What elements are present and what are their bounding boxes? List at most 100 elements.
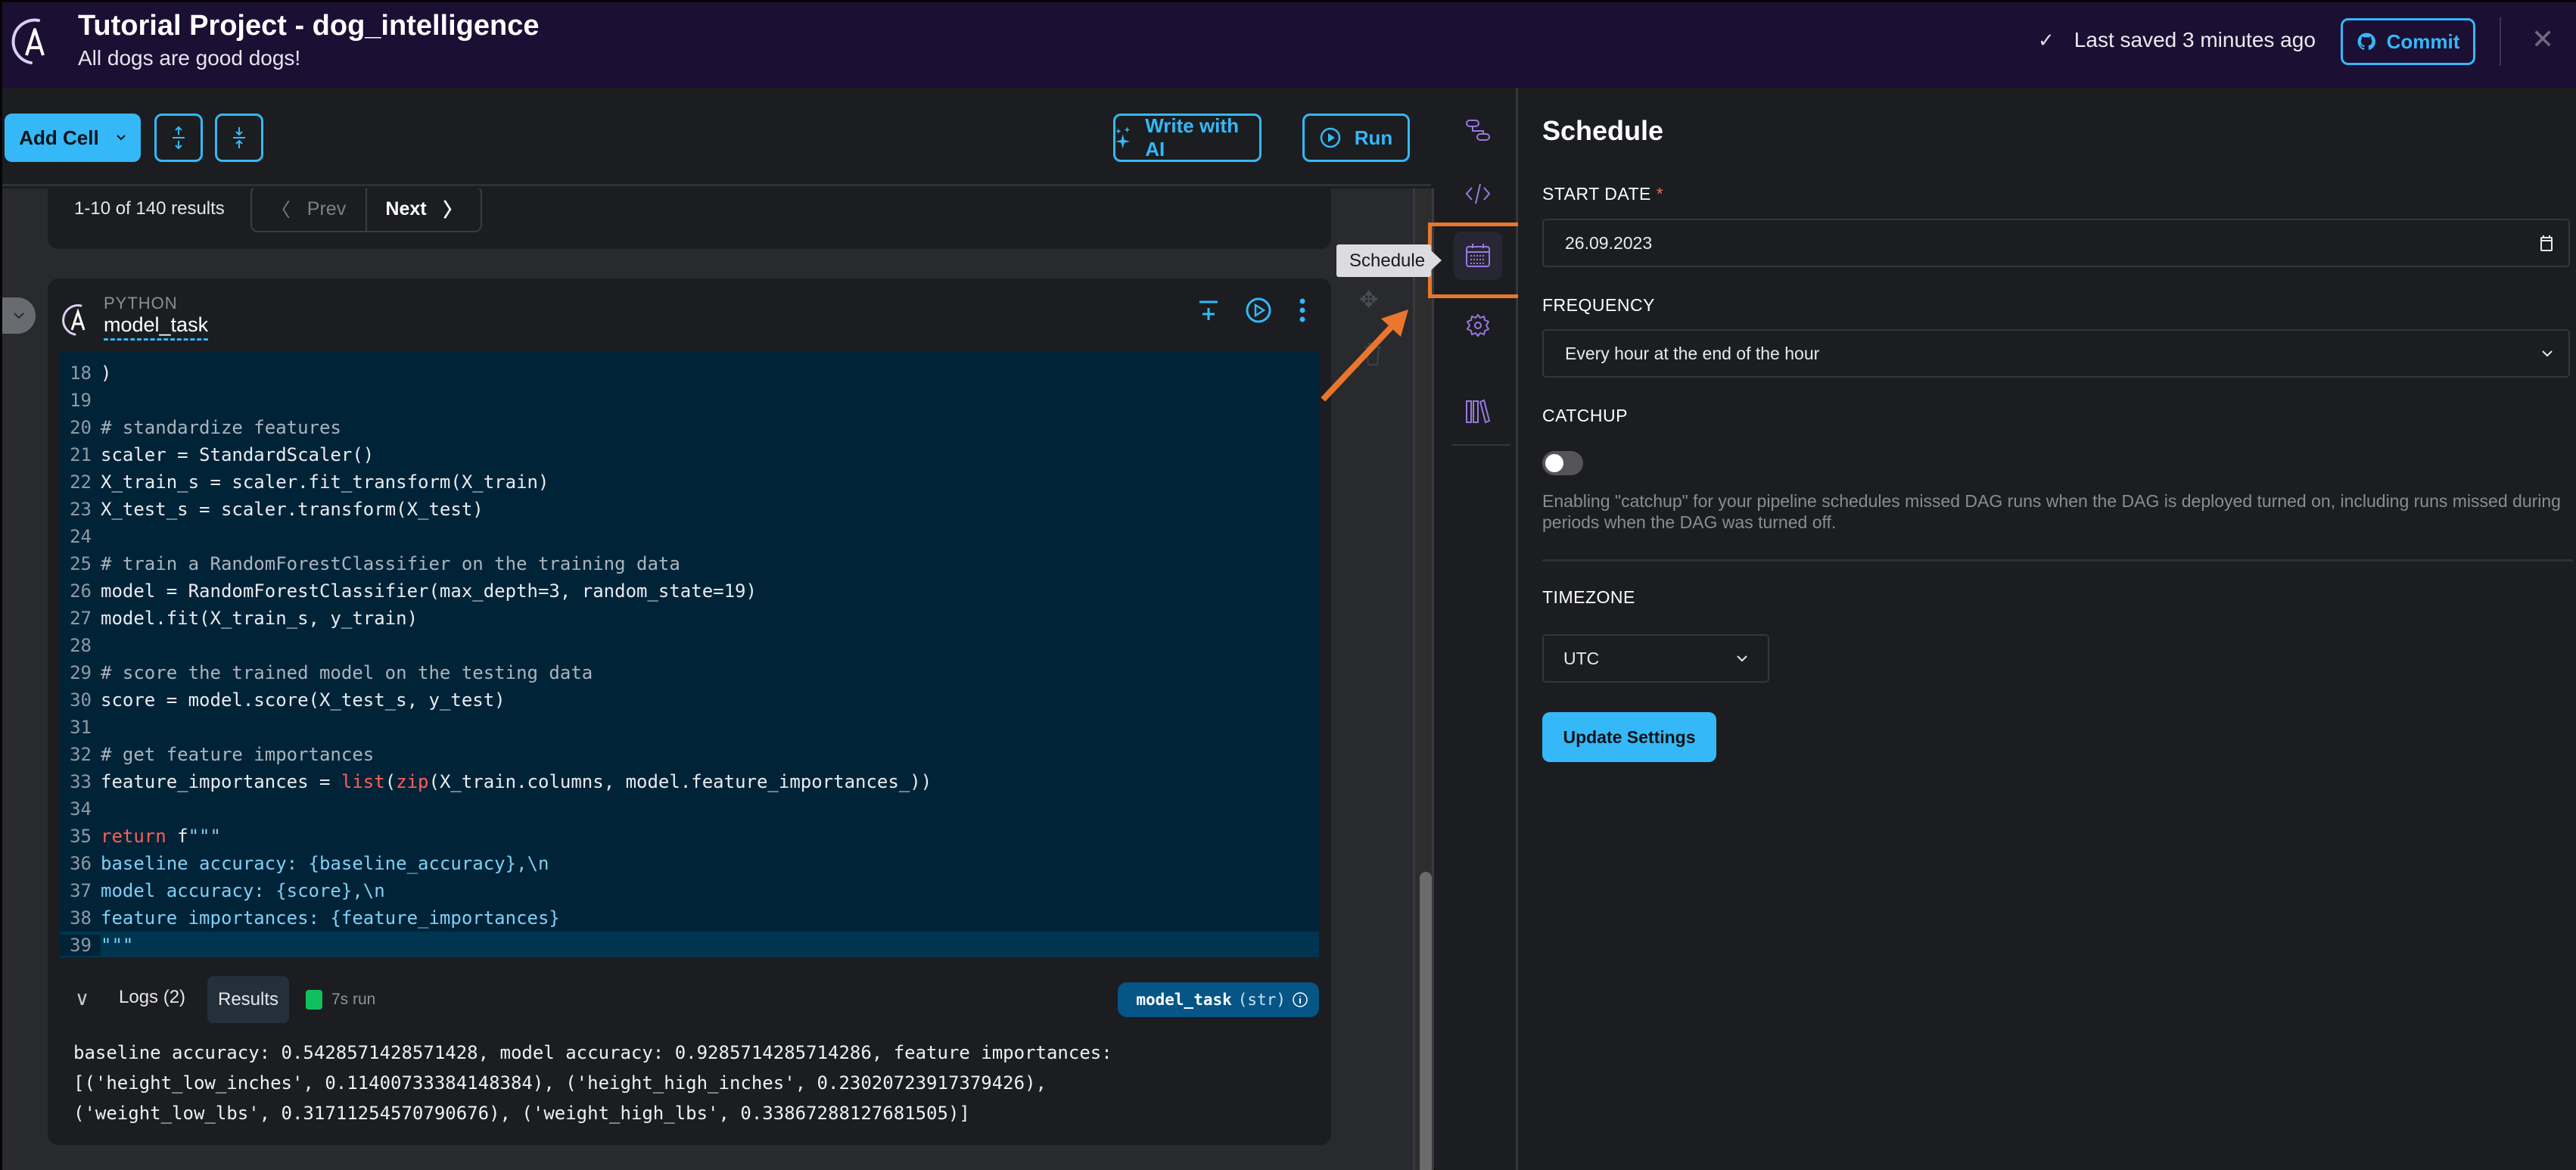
prev-label: Prev [306, 198, 347, 219]
code-line: 30 score = model.score(X_test_s, y_test) [60, 686, 1319, 714]
collapse-cell-button[interactable] [2, 297, 36, 334]
line-number: 30 [70, 689, 92, 711]
collapse-vertical-icon [233, 127, 245, 148]
close-icon[interactable]: ✕ [2531, 23, 2554, 55]
cell-name[interactable]: model_task [104, 313, 209, 341]
output-bar: ∨ Logs (2) Results 7s run model_task (st… [60, 976, 1319, 1023]
line-number: 20 [70, 417, 92, 438]
gear-icon [1467, 314, 1489, 337]
next-label: Next [385, 198, 427, 219]
write-with-ai-button[interactable]: Write with AI [1113, 114, 1262, 162]
chevron-down-icon[interactable]: ∨ [75, 987, 89, 1010]
chevron-down-icon [14, 313, 24, 319]
prev-page-button[interactable]: 〈 Prev [252, 188, 367, 231]
code-text: # score the trained model on the testing… [101, 662, 593, 683]
start-date-input[interactable]: 26.09.2023 [1542, 219, 2570, 267]
code-line: 27 model.fit(X_train_s, y_train) [60, 605, 1319, 632]
collapse-cells-button[interactable] [215, 114, 263, 162]
code-line: 18) [60, 359, 1319, 387]
catchup-label: CATCHUP [1542, 406, 1628, 425]
code-line: 35 return f""" [60, 823, 1319, 850]
scrollbar-thumb[interactable] [1420, 872, 1432, 1170]
github-icon [2357, 33, 2375, 50]
timezone-label: TIMEZONE [1542, 587, 1635, 607]
code-line: 37 model accuracy: {score},\n [60, 877, 1319, 904]
project-title: Tutorial Project - dog_intelligence [78, 10, 540, 42]
line-number: 18 [70, 363, 92, 384]
annotation-highlight-box [1428, 222, 1525, 298]
output-type-badge[interactable]: model_task (str) [1118, 982, 1319, 1017]
pagination: 〈 Prev Next 〉 [250, 188, 482, 232]
code-line: 26 model = RandomForestClassifier(max_dep… [60, 577, 1319, 605]
code-text: X_train_s = scaler.fit_transform(X_train… [101, 471, 549, 493]
success-status-icon [306, 990, 322, 1010]
add-cell-below-icon[interactable] [1198, 299, 1219, 322]
next-page-button[interactable]: Next 〉 [367, 188, 481, 231]
add-cell-button[interactable]: Add Cell [5, 114, 141, 162]
line-number: 19 [70, 390, 92, 411]
line-number: 25 [70, 553, 92, 574]
add-cell-label: Add Cell [19, 126, 99, 149]
code-text: feature importances: {feature_importance… [101, 907, 560, 929]
timezone-value: UTC [1563, 648, 1600, 668]
expand-cells-button[interactable] [154, 114, 203, 162]
code-line: 19 [60, 387, 1319, 414]
code-line: 23 X_test_s = scaler.transform(X_test) [60, 496, 1319, 523]
pipeline-icon [1466, 120, 1490, 141]
code-text: return f""" [101, 826, 221, 847]
tab-results[interactable]: Results [207, 976, 289, 1023]
tab-logs[interactable]: Logs (2) [119, 987, 185, 1008]
app-logo-icon [11, 18, 45, 64]
code-editor[interactable]: 18) 19 20 # standardize features 21 scaler = … [60, 352, 1319, 957]
results-pager-card: 1-10 of 140 results 〈 Prev Next 〉 [48, 188, 1331, 249]
code-line: 21 scaler = StandardScaler() [60, 441, 1319, 468]
run-cell-icon[interactable] [1245, 297, 1272, 324]
code-text: ) [101, 363, 112, 384]
save-status: ✓ Last saved 3 minutes ago [2038, 28, 2316, 52]
code-line: 25 # train a RandomForestClassifier on th… [60, 550, 1319, 577]
code-text: model.fit(X_train_s, y_train) [101, 608, 418, 629]
commit-button[interactable]: Commit [2341, 18, 2475, 65]
chevron-down-icon [1737, 655, 1747, 662]
run-status: 7s run [306, 990, 375, 1010]
python-cell: PYTHON model_task 18) 19 20 # standardize f… [48, 278, 1331, 1145]
notebook-toolbar: Add Cell Write with AI Run [2, 88, 1431, 186]
code-line: 31 [60, 714, 1319, 741]
cell-logo-icon [62, 304, 86, 336]
line-number: 21 [70, 444, 92, 465]
run-button[interactable]: Run [1302, 114, 1410, 162]
update-settings-button[interactable]: Update Settings [1542, 712, 1716, 762]
check-icon: ✓ [2038, 28, 2055, 51]
frequency-select[interactable]: Every hour at the end of the hour [1542, 329, 2570, 378]
line-number: 28 [70, 635, 92, 656]
line-number: 24 [70, 526, 92, 547]
start-date-value: 26.09.2023 [1565, 232, 1653, 253]
rail-item-library[interactable] [1454, 387, 1502, 436]
toggle-knob [1545, 454, 1563, 472]
calendar-picker-icon[interactable] [2540, 234, 2553, 252]
line-number: 35 [70, 826, 92, 847]
start-date-label: START DATE * [1542, 184, 1663, 204]
more-vertical-icon[interactable] [1298, 297, 1307, 323]
catchup-toggle[interactable] [1542, 451, 1583, 475]
timezone-select[interactable]: UTC [1542, 634, 1769, 683]
output-text: baseline accuracy: 0.5428571428571428, m… [73, 1042, 1112, 1124]
rail-item-code[interactable] [1454, 170, 1502, 218]
code-text: # get feature importances [101, 744, 375, 765]
sparkles-icon [1115, 126, 1131, 149]
annotation-arrow-icon [1321, 310, 1408, 402]
chevron-left-icon: 〈 [271, 200, 291, 221]
code-text: model accuracy: {score},\n [101, 880, 385, 901]
code-line: 39 """ [60, 932, 1319, 957]
code-line: 29 # score the trained model on the testi… [60, 659, 1319, 686]
run-label: Run [1354, 126, 1393, 149]
code-text: """ [101, 935, 134, 956]
code-line: 32 # get feature importances [60, 741, 1319, 768]
chevron-right-icon: 〉 [443, 200, 462, 221]
rail-item-pipeline[interactable] [1454, 107, 1502, 155]
line-number: 37 [70, 880, 92, 901]
library-icon [1466, 399, 1491, 424]
run-time: 7s run [331, 991, 376, 1008]
rail-item-settings[interactable] [1454, 301, 1502, 350]
code-line: 38 feature importances: {feature_importan… [60, 904, 1319, 932]
